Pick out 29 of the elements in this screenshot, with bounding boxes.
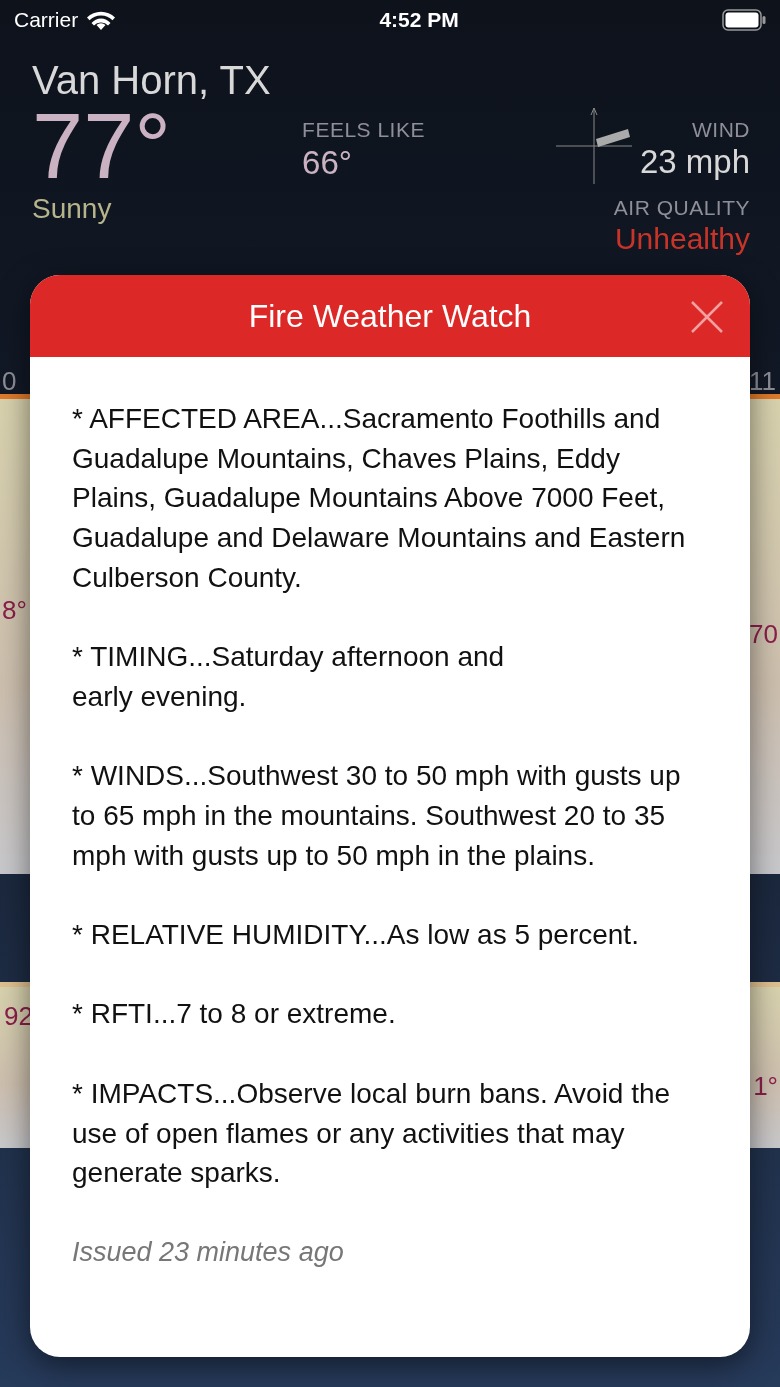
- axis-label: 0: [2, 364, 17, 398]
- air-quality-value: Unhealthy: [614, 223, 750, 254]
- location-name: Van Horn, TX: [32, 60, 272, 100]
- wind-direction-icon: [555, 106, 632, 186]
- clock-time: 4:52 PM: [379, 7, 459, 34]
- wifi-icon: [86, 9, 117, 31]
- chart-value: 8°: [2, 593, 27, 627]
- battery-icon: [722, 9, 766, 31]
- wind-speed: 23 mph: [639, 145, 750, 179]
- alert-paragraph: * WINDS...Southwest 30 to 50 mph with gusts up to 65 mph in the mountains. Southwest 20 to 35 mph with gusts up to 50 mph in the plains.: [72, 759, 682, 873]
- air-quality-label: AIR QUALITY: [613, 195, 750, 221]
- chart-value: 1°: [753, 1069, 778, 1103]
- close-button[interactable]: [690, 300, 724, 334]
- axis-label: 11: [749, 364, 776, 398]
- carrier-name: Carrier: [14, 7, 79, 34]
- wind-label: WIND: [692, 116, 750, 143]
- alert-paragraph: * IMPACTS...Observe local burn bans. Avoid the use of open flames or any activities that may generate sparks.: [72, 1076, 672, 1191]
- alert-paragraph: * TIMING...Saturday afternoon and early evening.: [72, 640, 506, 714]
- chart-value: 70: [749, 617, 778, 651]
- temperature: 77°: [32, 100, 172, 192]
- feels-like-label: FEELS LIKE: [302, 117, 425, 143]
- weather-condition: Sunny: [32, 192, 112, 226]
- alert-paragraph: * AFFECTED AREA...Sacramento Foothills and Guadalupe Mountains, Chaves Plains, Eddy Plains, Guadalupe Mountains Above 7000 Feet, Guadalupe and Delaware Mountains and Eastern Culberson County.: [72, 402, 687, 595]
- alert-paragraph: * RFTI...7 to 8 or extreme.: [72, 997, 397, 1032]
- close-icon: [690, 300, 724, 334]
- issued-time: Issued 23 minutes ago: [72, 1235, 345, 1269]
- feels-like-value: 66°: [302, 145, 353, 179]
- alert-title: Fire Weather Watch: [248, 297, 532, 336]
- alert-paragraph: * RELATIVE HUMIDITY...As low as 5 percent.: [72, 918, 640, 953]
